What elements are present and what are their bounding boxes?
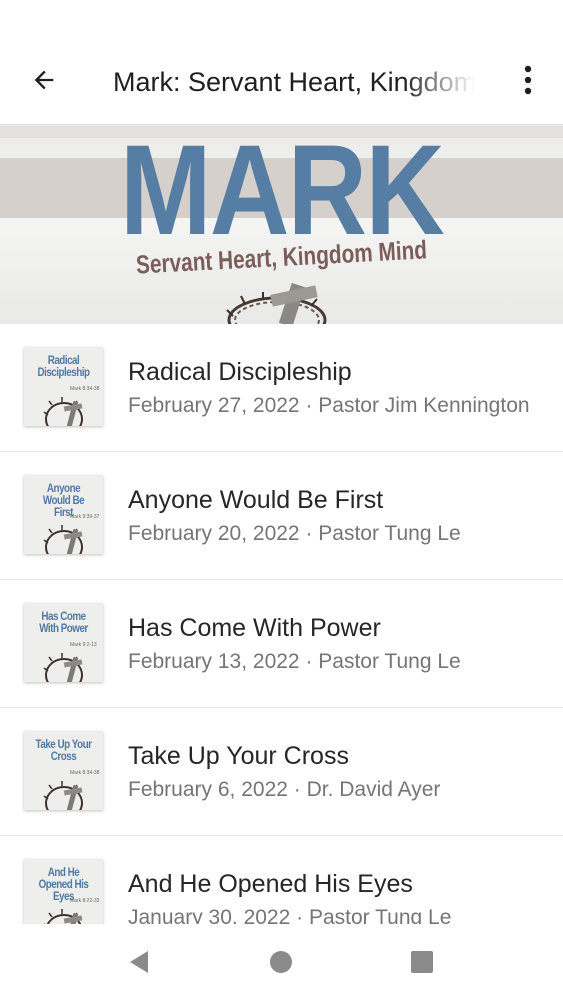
nav-recents-button[interactable] xyxy=(406,946,438,978)
sermon-item-take-up-your-cross[interactable]: Take Up Your Cross Mark 8:34-38 Take Up … xyxy=(0,708,563,836)
sermon-item-anyone-would-be-first[interactable]: Anyone Would Be First Mark 9:30-37 Anyon… xyxy=(0,452,563,580)
nav-back-button[interactable] xyxy=(123,946,155,978)
sermon-date-speaker: February 6, 2022 · Dr. David Ayer xyxy=(128,778,441,801)
sermon-thumbnail: Radical Discipleship Mark 8:34-38 xyxy=(24,347,103,426)
screen: Mark: Servant Heart, Kingdom Mind MARK S… xyxy=(0,0,563,1000)
sermon-thumbnail: Take Up Your Cross Mark 8:34-38 xyxy=(24,731,103,810)
thumbnail-title: Take Up Your Cross xyxy=(35,737,92,763)
sermon-thumbnail: Has Come With Power Mark 9:2-13 xyxy=(24,603,103,682)
nav-home-circle-icon xyxy=(270,951,292,973)
sermon-date-speaker: February 27, 2022 · Pastor Jim Kenningto… xyxy=(128,394,530,417)
sermon-title: Has Come With Power xyxy=(128,614,381,642)
sermon-title: Take Up Your Cross xyxy=(128,742,349,770)
thumbnail-title: And He Opened His Eyes xyxy=(38,865,89,903)
sermon-date-speaker: February 20, 2022 · Pastor Tung Le xyxy=(128,522,461,545)
crown-of-thorns-icon xyxy=(43,781,83,810)
sermon-item-radical-discipleship[interactable]: Radical Discipleship Mark 8:34-38 Radica… xyxy=(0,324,563,452)
thumbnail-title: Has Come With Power xyxy=(39,609,88,635)
system-nav-bar xyxy=(0,924,563,1000)
app-bar: Mark: Servant Heart, Kingdom Mind xyxy=(0,0,563,127)
series-banner: MARK Servant Heart, Kingdom Mind xyxy=(0,126,563,324)
sermon-thumbnail: Anyone Would Be First Mark 9:30-37 xyxy=(24,475,103,554)
crown-of-thorns-icon xyxy=(43,525,83,554)
page-title: Mark: Servant Heart, Kingdom Mind xyxy=(113,67,475,97)
sermon-title: Radical Discipleship xyxy=(128,358,352,386)
sermon-title: Anyone Would Be First xyxy=(128,486,384,514)
back-button[interactable] xyxy=(22,58,66,102)
more-vert-icon xyxy=(524,65,532,95)
nav-recents-square-icon xyxy=(411,951,433,973)
crown-of-thorns-icon xyxy=(226,282,327,324)
more-options-button[interactable] xyxy=(508,58,548,102)
arrow-back-icon xyxy=(34,70,54,90)
sermon-date-speaker: February 13, 2022 · Pastor Tung Le xyxy=(128,650,461,673)
nav-home-button[interactable] xyxy=(265,946,297,978)
crown-of-thorns-icon xyxy=(43,397,83,426)
sermon-item-has-come-with-power[interactable]: Has Come With Power Mark 9:2-13 Has Come… xyxy=(0,580,563,708)
sermon-list: Radical Discipleship Mark 8:34-38 Radica… xyxy=(0,324,563,964)
sermon-title: And He Opened His Eyes xyxy=(128,870,413,898)
thumbnail-title: Anyone Would Be First xyxy=(42,481,85,519)
nav-back-triangle-icon xyxy=(130,951,148,973)
crown-of-thorns-icon xyxy=(43,653,83,682)
thumbnail-title: Radical Discipleship xyxy=(37,353,90,379)
